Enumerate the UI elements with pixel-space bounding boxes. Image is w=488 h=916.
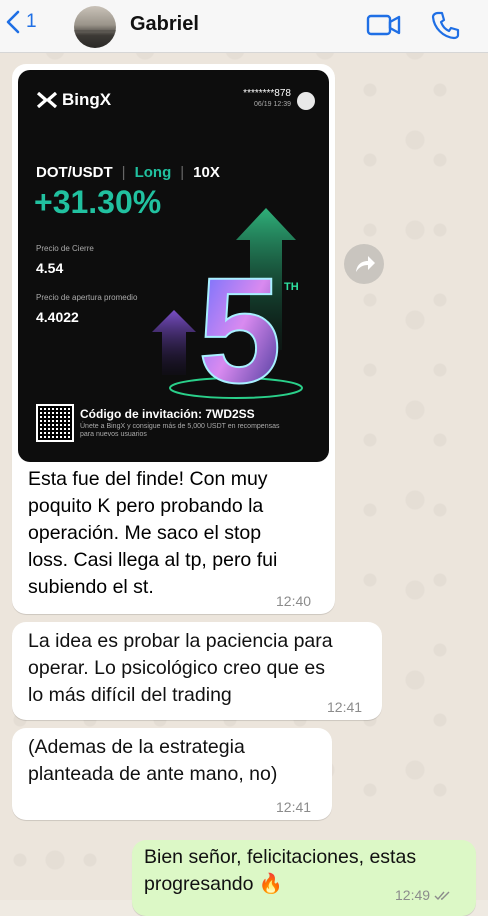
video-call-button[interactable] xyxy=(366,12,402,43)
video-camera-icon xyxy=(366,14,401,36)
up-arrow-small xyxy=(152,310,196,375)
message-bubble[interactable]: La idea es probar la paciencia para oper… xyxy=(12,622,382,720)
anniversary-suffix: TH xyxy=(284,281,299,293)
anniversary-graphic: 5 TH xyxy=(152,208,303,400)
qr-code xyxy=(36,404,74,442)
message-time: 12:49 xyxy=(395,887,452,903)
trade-pair-row: DOT/USDT | Long | 10X xyxy=(36,164,220,181)
close-price: 4.54 xyxy=(36,260,64,276)
message-bubble[interactable]: (Ademas de la estrategia planteada de an… xyxy=(12,728,332,820)
card-username: ********878 xyxy=(243,88,291,99)
message-time: 12:41 xyxy=(276,799,312,815)
unread-count: 1 xyxy=(26,11,37,32)
message-text: Esta fue del finde! Con muy poquito K pe… xyxy=(28,468,278,598)
leverage: 10X xyxy=(193,164,220,181)
card-date: 06/19 12:39 xyxy=(254,101,291,108)
message-text: La idea es probar la paciencia para oper… xyxy=(28,630,333,706)
share-arrow-icon xyxy=(356,256,375,272)
card-user: ********878 06/19 12:39 xyxy=(243,88,291,110)
phone-icon xyxy=(431,11,460,40)
chat-header: 1 Gabriel xyxy=(0,0,488,53)
x-logo-icon xyxy=(36,92,58,108)
close-price-label: Precio de Cierre xyxy=(36,244,94,253)
anniversary-number: 5 xyxy=(198,246,281,400)
message-time: 12:41 xyxy=(327,699,363,715)
contact-name[interactable]: Gabriel xyxy=(130,13,199,36)
brand-name: BingX xyxy=(62,90,112,109)
message-time: 12:40 xyxy=(276,593,312,609)
avg-open-label: Precio de apertura promedio xyxy=(36,293,138,302)
message-bubble-outgoing[interactable]: Bien señor, felicitaciones, estas progre… xyxy=(132,840,476,916)
user-avatar-icon xyxy=(297,92,315,110)
back-button[interactable]: 1 xyxy=(6,10,37,34)
message-text: (Ademas de la estrategia planteada de an… xyxy=(28,736,278,785)
trade-direction: Long xyxy=(134,164,172,181)
avatar[interactable] xyxy=(74,6,116,48)
invite-code: Código de invitación: 7WD2SS xyxy=(80,407,255,421)
invite-description: Únete a BingX y consigue más de 5,000 US… xyxy=(80,423,280,438)
voice-call-button[interactable] xyxy=(430,10,460,45)
trade-share-card[interactable]: BingX ********878 06/19 12:39 DOT/USDT | L… xyxy=(18,70,329,462)
forward-button[interactable] xyxy=(344,244,384,284)
pnl-percent: +31.30% xyxy=(34,184,162,220)
trade-pair: DOT/USDT xyxy=(36,164,113,181)
avg-open-price: 4.4022 xyxy=(36,309,79,325)
chevron-left-icon xyxy=(6,10,20,34)
bingx-logo: BingX xyxy=(36,90,111,110)
